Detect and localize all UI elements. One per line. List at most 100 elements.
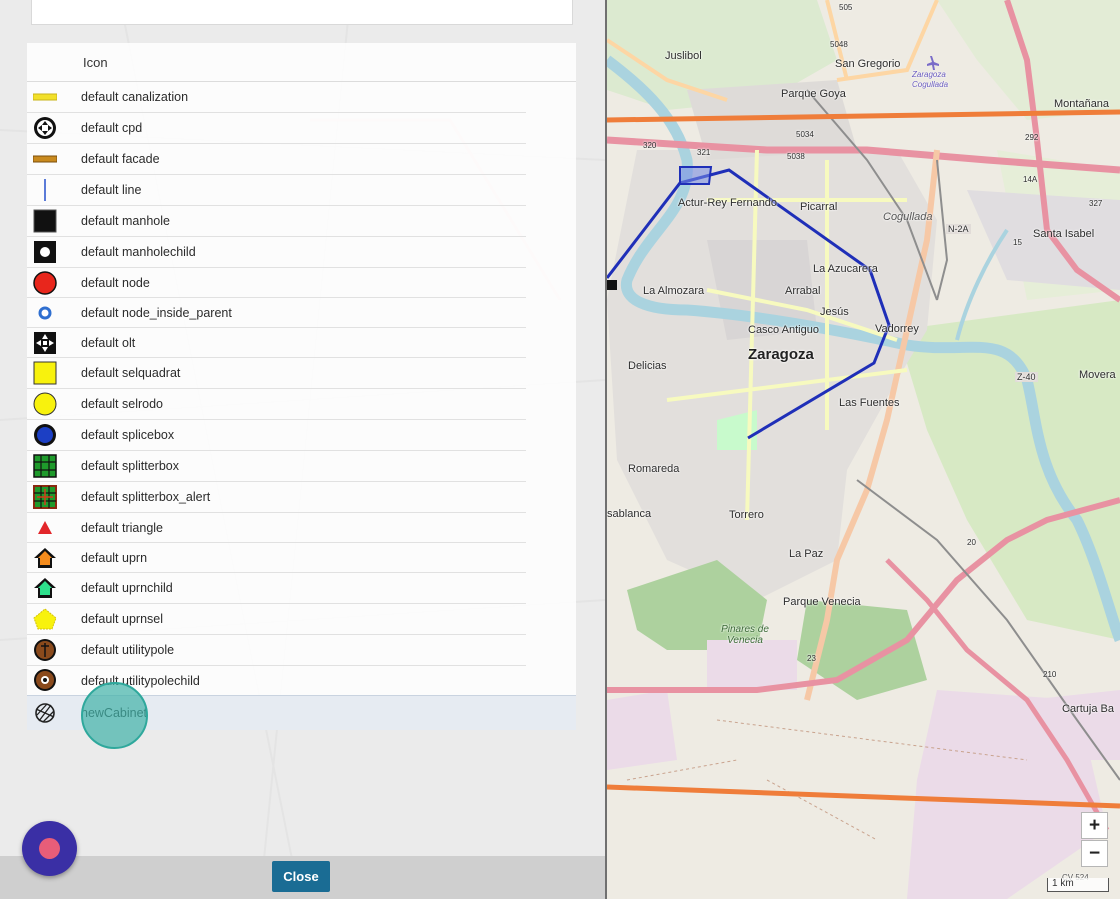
place-label: Vadorrey (875, 323, 919, 335)
yellow-bar-icon (32, 84, 58, 110)
map-view[interactable]: 505 5048 5034 5038 321 320 292 14A 327 N… (607, 0, 1120, 899)
red-triangle-icon (32, 515, 58, 541)
table-row[interactable]: default node_inside_parent (27, 298, 576, 328)
place-label: Casablanca (607, 508, 652, 520)
table-row[interactable]: default olt (27, 328, 576, 358)
road-ref: 210 (1043, 670, 1057, 679)
row-label: default olt (81, 336, 136, 350)
table-row[interactable]: default utilitypole (27, 635, 576, 666)
vertical-line-icon (32, 177, 58, 203)
road-ref: 505 (839, 3, 853, 12)
green-house-icon (32, 575, 58, 601)
row-label: default selquadrat (81, 366, 181, 380)
green-grid-alert-icon (32, 484, 58, 510)
column-header-icon: Icon (83, 55, 108, 70)
place-label: Casco Antiguo (748, 324, 819, 336)
place-label: Santa Isabel (1033, 228, 1095, 240)
row-label: default canalization (81, 90, 189, 104)
crosshair-circle-icon (32, 115, 58, 141)
table-row[interactable]: default splicebox (27, 420, 576, 451)
row-label: default splitterbox_alert (81, 490, 211, 504)
table-row[interactable]: default facade (27, 144, 576, 175)
table-row[interactable]: default splitterbox_alert (27, 482, 576, 513)
yellow-square-icon (32, 360, 58, 386)
place-label: Las Fuentes (839, 397, 900, 409)
blue-ring-icon (32, 300, 58, 326)
table-row[interactable]: default node (27, 268, 576, 298)
floating-action-button[interactable] (22, 821, 77, 876)
row-label: default node (81, 276, 150, 290)
brown-pole-icon (32, 637, 58, 663)
place-label: Movera (1079, 369, 1116, 381)
layer-icons-dialog: Icon default canalization default cpd de… (0, 0, 605, 899)
road-ref: 20 (967, 538, 976, 547)
row-label: default manhole (81, 214, 170, 228)
place-label: Parque Venecia (783, 596, 861, 608)
blue-circle-icon (32, 422, 58, 448)
cabinet-sketch-icon (32, 700, 58, 726)
place-label: Cogullada (883, 211, 933, 223)
place-label: Juslibol (665, 50, 702, 62)
table-row[interactable]: default manholechild (27, 237, 576, 268)
place-label-city: Zaragoza (748, 346, 814, 363)
table-row[interactable]: default uprn (27, 543, 576, 573)
place-label: La Paz (789, 548, 824, 560)
place-label: Cartuja Ba (1062, 703, 1114, 715)
table-header: Icon (27, 43, 576, 82)
black-square-icon (32, 208, 58, 234)
place-label: La Almozara (643, 285, 705, 297)
square-dot-icon (32, 239, 58, 265)
brown-bar-icon (32, 146, 58, 172)
place-label: Zaragoza Cogullada (912, 70, 949, 89)
table-row[interactable]: default splitterbox (27, 451, 576, 482)
table-row[interactable]: default triangle (27, 513, 576, 543)
click-indicator (81, 682, 148, 749)
close-button[interactable]: Close (272, 861, 330, 892)
row-label: default utilitypole (81, 643, 175, 657)
road-ref: 15 (1013, 238, 1022, 247)
red-circle-icon (32, 270, 58, 296)
row-label: default node_inside_parent (81, 306, 232, 320)
record-dot-icon (39, 838, 60, 859)
table-row[interactable]: default uprnsel (27, 604, 576, 635)
place-label: Montañana (1054, 98, 1110, 110)
yellow-pentagon-icon (32, 606, 58, 632)
row-label: default manholechild (81, 245, 196, 259)
map-canvas (607, 0, 1120, 899)
olt-arrows-icon (32, 330, 58, 356)
place-label: Pinares de Venecia (721, 624, 769, 646)
zoom-in-button[interactable]: + (1081, 812, 1108, 839)
place-label: Actur-Rey Fernando (678, 197, 778, 209)
road-ref: 14A (1023, 175, 1038, 184)
zoom-out-button[interactable]: − (1081, 840, 1108, 867)
table-row[interactable]: default selquadrat (27, 358, 576, 389)
table-row[interactable]: default selrodo (27, 389, 576, 420)
row-label: default splicebox (81, 428, 175, 442)
table-row[interactable]: default canalization (27, 82, 576, 113)
road-ref: 292 (1025, 133, 1039, 142)
icon-table: Icon default canalization default cpd de… (27, 43, 576, 730)
table-row[interactable]: default cpd (27, 113, 576, 144)
table-row[interactable]: default manhole (27, 206, 576, 237)
row-label: default line (81, 183, 142, 197)
road-ref: 5038 (787, 152, 805, 161)
manhole-marker (607, 280, 617, 290)
row-label: default selrodo (81, 397, 164, 411)
road-ref: 5048 (830, 40, 848, 49)
row-label: default uprnsel (81, 612, 164, 626)
row-label: default uprn (81, 551, 148, 565)
place-label: San Gregorio (835, 58, 901, 70)
road-ref: 327 (1089, 199, 1103, 208)
place-label: Torrero (729, 509, 764, 521)
place-label: Arrabal (785, 285, 821, 297)
dialog-top-field (31, 0, 573, 25)
table-row[interactable]: default uprnchild (27, 573, 576, 604)
scale-bar: 1 km (1047, 878, 1109, 892)
table-row[interactable]: default line (27, 175, 576, 206)
green-grid-icon (32, 453, 58, 479)
row-label: default uprnchild (81, 581, 173, 595)
road-ref: 5034 (796, 130, 814, 139)
orange-house-icon (32, 545, 58, 571)
row-label: default triangle (81, 521, 164, 535)
road-ref: 320 (643, 141, 657, 150)
